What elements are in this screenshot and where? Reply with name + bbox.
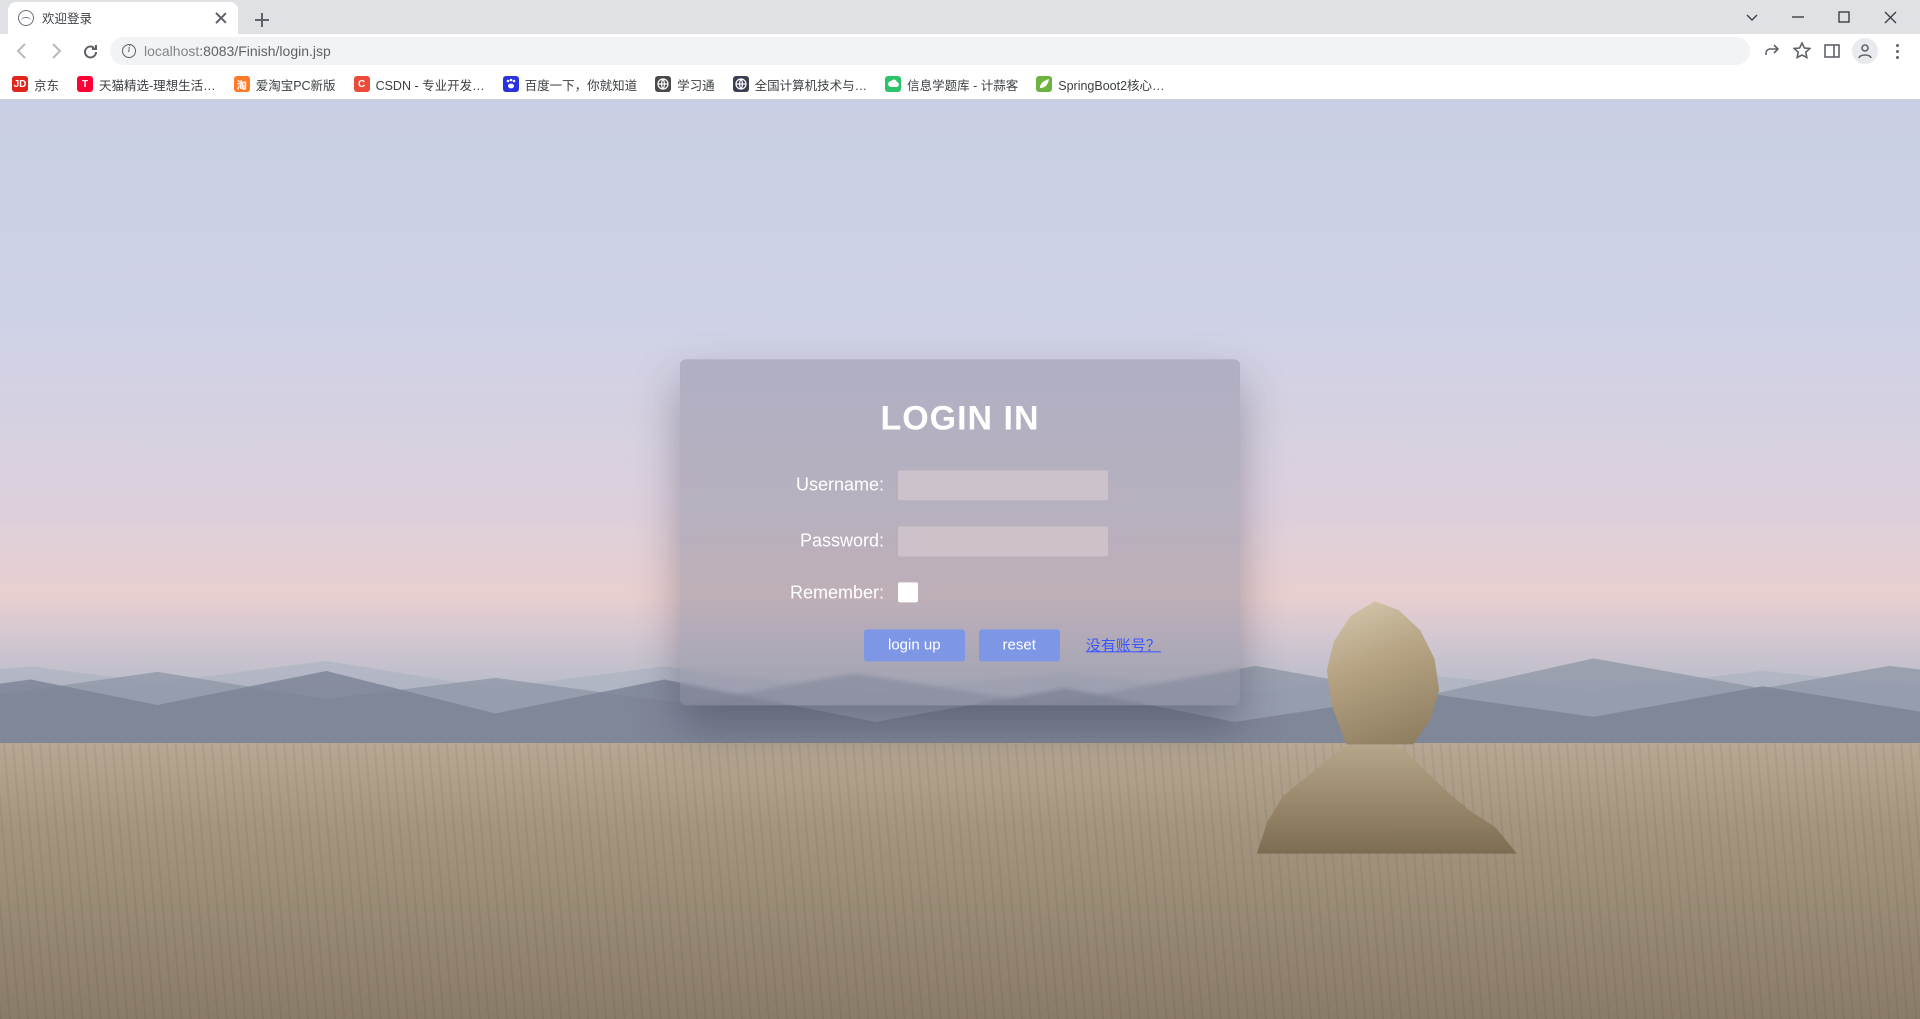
- bookmark-favicon: [1036, 76, 1052, 92]
- browser-tab[interactable]: 欢迎登录: [8, 2, 238, 34]
- tab-strip: 欢迎登录: [0, 0, 1920, 34]
- bookmark-item[interactable]: JD 京东: [12, 75, 59, 94]
- bookmark-label: 爱淘宝PC新版: [256, 75, 336, 94]
- reset-button[interactable]: reset: [979, 629, 1060, 661]
- username-input[interactable]: [898, 470, 1108, 500]
- plus-icon: [255, 13, 269, 27]
- tab-title: 欢迎登录: [42, 8, 206, 27]
- url-text: localhost:8083/Finish/login.jsp: [144, 43, 1738, 59]
- bookmarks-bar: JD 京东 T 天猫精选-理想生活… 淘爱淘宝PC新版 C CSDN - 专业开发… 百度一下…: [0, 69, 1920, 99]
- profile-avatar-icon[interactable]: [1852, 38, 1878, 64]
- bookmark-favicon: [885, 76, 901, 92]
- bookmark-label: CSDN - 专业开发…: [376, 75, 485, 94]
- window-controls: [1738, 0, 1914, 34]
- bookmark-label: 百度一下，你就知道: [525, 75, 638, 94]
- bookmark-favicon: [733, 76, 749, 92]
- password-row: Password:: [734, 526, 1186, 556]
- login-actions: login up reset 没有账号？: [734, 629, 1186, 661]
- bookmark-item[interactable]: 信息学题库 - 计蒜客: [885, 75, 1018, 94]
- login-title: LOGIN IN: [734, 399, 1186, 438]
- chrome-menu-icon[interactable]: [1888, 44, 1906, 59]
- side-panel-icon[interactable]: [1822, 41, 1842, 61]
- login-button[interactable]: login up: [864, 629, 965, 661]
- browser-chrome: 欢迎登录: [0, 0, 1920, 100]
- bookmark-favicon: JD: [12, 76, 28, 92]
- bookmark-item[interactable]: 百度一下，你就知道: [503, 75, 638, 94]
- bookmark-item[interactable]: T 天猫精选-理想生活…: [77, 75, 216, 94]
- toolbar-right: [1756, 38, 1912, 64]
- password-input[interactable]: [898, 526, 1108, 556]
- maximize-button[interactable]: [1830, 3, 1858, 31]
- bookmark-favicon: [655, 76, 671, 92]
- globe-icon: [18, 10, 34, 26]
- reload-button[interactable]: [76, 37, 104, 65]
- bookmark-item[interactable]: C CSDN - 专业开发…: [354, 75, 485, 94]
- bookmark-label: 信息学题库 - 计蒜客: [907, 75, 1018, 94]
- bookmark-favicon: [503, 76, 519, 92]
- bookmark-item[interactable]: SpringBoot2核心…: [1036, 75, 1164, 94]
- bookmark-label: 京东: [34, 75, 59, 94]
- close-window-button[interactable]: [1876, 3, 1904, 31]
- forward-button[interactable]: [42, 37, 70, 65]
- tab-search-button[interactable]: [1738, 3, 1766, 31]
- new-tab-button[interactable]: [248, 6, 276, 34]
- page-viewport: LOGIN IN Username: Password: Remember: l…: [0, 100, 1920, 1019]
- bookmark-label: SpringBoot2核心…: [1058, 75, 1164, 94]
- username-label: Username:: [734, 474, 884, 495]
- bookmark-item[interactable]: 淘爱淘宝PC新版: [234, 75, 336, 94]
- bookmark-item[interactable]: 学习通: [655, 75, 715, 94]
- background-ground: [0, 743, 1920, 1019]
- minimize-button[interactable]: [1784, 3, 1812, 31]
- bookmark-label: 学习通: [677, 75, 715, 94]
- toolbar: localhost:8083/Finish/login.jsp: [0, 34, 1920, 70]
- username-row: Username:: [734, 470, 1186, 500]
- address-bar[interactable]: localhost:8083/Finish/login.jsp: [110, 37, 1750, 65]
- background-rock: [1257, 594, 1517, 854]
- share-icon[interactable]: [1762, 41, 1782, 61]
- bookmark-star-icon[interactable]: [1792, 41, 1812, 61]
- password-label: Password:: [734, 530, 884, 551]
- bookmark-label: 全国计算机技术与…: [755, 75, 868, 94]
- login-card: LOGIN IN Username: Password: Remember: l…: [680, 359, 1240, 705]
- site-info-icon[interactable]: [122, 44, 136, 58]
- remember-row: Remember:: [734, 582, 1186, 603]
- remember-label: Remember:: [734, 582, 884, 603]
- bookmark-item[interactable]: 全国计算机技术与…: [733, 75, 868, 94]
- no-account-link[interactable]: 没有账号？: [1086, 634, 1161, 655]
- remember-checkbox[interactable]: [898, 582, 918, 602]
- bookmark-label: 天猫精选-理想生活…: [99, 75, 216, 94]
- bookmark-favicon: 淘: [234, 76, 250, 92]
- close-tab-icon[interactable]: [214, 11, 228, 25]
- bookmark-favicon: C: [354, 76, 370, 92]
- back-button[interactable]: [8, 37, 36, 65]
- bookmark-favicon: T: [77, 76, 93, 92]
